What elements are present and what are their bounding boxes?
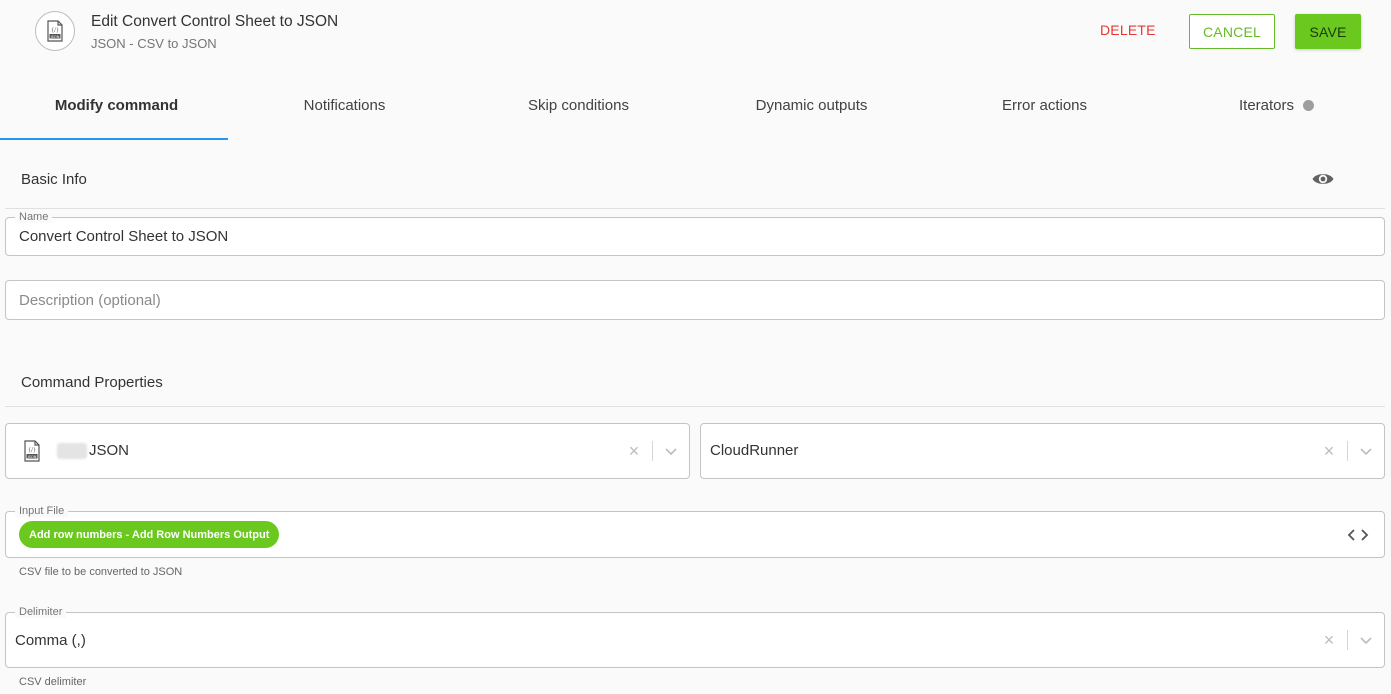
select-controls: × [1317, 424, 1384, 478]
tab-skip-conditions[interactable]: Skip conditions [462, 70, 695, 140]
cancel-button[interactable]: CANCEL [1189, 14, 1275, 49]
delimiter-label: Delimiter [15, 606, 67, 618]
tab-iterators[interactable]: Iterators [1160, 70, 1391, 140]
clear-icon[interactable]: × [1317, 439, 1341, 463]
connector-value: JSON [57, 442, 130, 460]
status-dot-icon [1303, 99, 1315, 111]
json-file-icon: {/} JSON [23, 440, 41, 467]
tab-error-actions[interactable]: Error actions [928, 70, 1161, 140]
tab-label: Modify command [54, 96, 179, 114]
chevron-down-icon[interactable] [659, 439, 683, 463]
clear-icon[interactable]: × [1317, 628, 1341, 652]
tab-label: Notifications [303, 96, 386, 114]
description-field[interactable]: Description (optional) [5, 280, 1385, 320]
input-file-chip[interactable]: Add row numbers - Add Row Numbers Output [19, 521, 280, 548]
svg-text:{/}: {/} [28, 448, 36, 454]
command-properties-title: Command Properties [21, 374, 163, 391]
select-controls: × [622, 424, 689, 478]
connector-label: JSON [89, 442, 130, 459]
tab-label: Skip conditions [528, 96, 629, 114]
json-file-icon: {/} JSON [35, 11, 75, 51]
separator [652, 441, 653, 461]
runner-value: CloudRunner [710, 442, 799, 459]
name-field[interactable]: Name Convert Control Sheet to JSON [5, 211, 1385, 256]
tab-notifications[interactable]: Notifications [228, 70, 461, 140]
input-file-helper: CSV file to be converted to JSON [19, 566, 183, 578]
delimiter-helper: CSV delimiter [19, 676, 87, 688]
svg-text:JSON: JSON [50, 35, 60, 39]
clear-icon[interactable]: × [622, 439, 646, 463]
eye-icon[interactable] [1311, 169, 1335, 189]
name-label: Name [15, 211, 53, 223]
runner-select[interactable]: CloudRunner × [700, 423, 1385, 479]
save-button[interactable]: SAVE [1295, 14, 1361, 49]
divider [5, 406, 1385, 407]
divider [5, 208, 1385, 209]
tab-label: Iterators [1238, 96, 1295, 114]
redacted-text [57, 443, 87, 460]
delimiter-select[interactable]: Delimiter Comma (,) × [5, 606, 1385, 668]
basic-info-title: Basic Info [21, 171, 87, 188]
active-tab-indicator [0, 138, 228, 140]
chevron-down-icon[interactable] [1354, 439, 1378, 463]
input-file-field[interactable]: Input File Add row numbers - Add Row Num… [5, 505, 1385, 558]
tab-bar: Modify command Notifications Skip condit… [0, 70, 1391, 140]
separator [1347, 441, 1348, 461]
chevron-down-icon[interactable] [1354, 628, 1378, 652]
tab-dynamic-outputs[interactable]: Dynamic outputs [695, 70, 928, 140]
description-placeholder: Description (optional) [19, 292, 161, 309]
code-icon[interactable] [1346, 525, 1370, 545]
svg-text:{/}: {/} [51, 28, 59, 34]
page-subtitle: JSON - CSV to JSON [91, 36, 217, 51]
delimiter-value: Comma (,) [15, 632, 86, 649]
connector-select[interactable]: {/} JSON JSON × [5, 423, 690, 479]
tab-modify-command[interactable]: Modify command [0, 70, 233, 140]
page-title: Edit Convert Control Sheet to JSON [91, 13, 339, 30]
delete-button[interactable]: DELETE [1100, 22, 1156, 38]
header: {/} JSON Edit Convert Control Sheet to J… [0, 0, 1391, 66]
tab-label: Dynamic outputs [755, 96, 868, 114]
select-controls: × [1317, 613, 1384, 667]
name-value: Convert Control Sheet to JSON [19, 228, 229, 245]
separator [1347, 630, 1348, 650]
svg-text:JSON: JSON [27, 455, 37, 459]
input-file-label: Input File [15, 505, 69, 517]
tab-label: Error actions [1001, 96, 1088, 114]
